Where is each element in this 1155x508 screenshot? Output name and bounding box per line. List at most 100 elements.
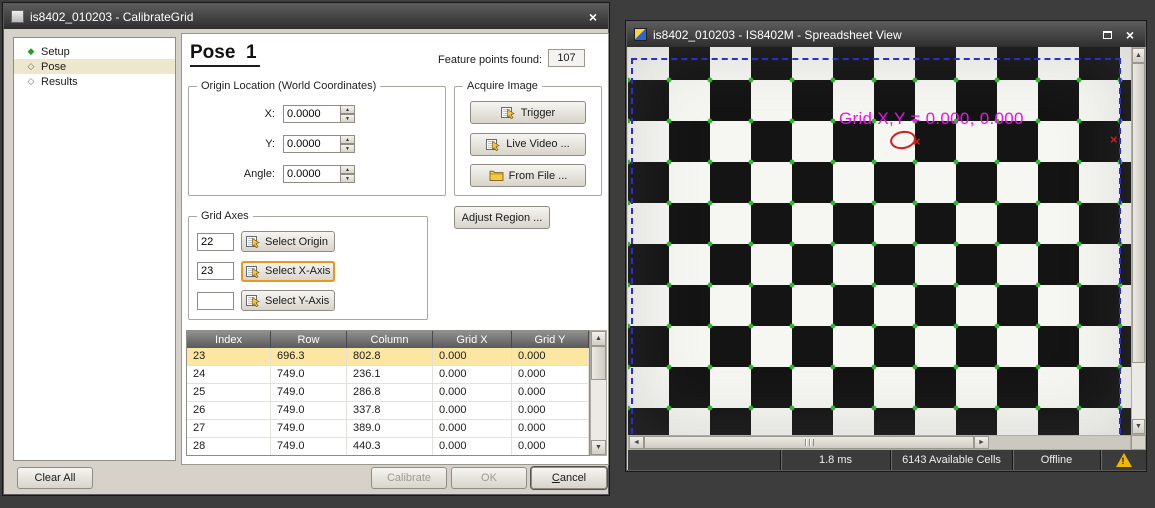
- status-segment: Offline: [1012, 450, 1100, 470]
- cancel-button[interactable]: Cancel: [531, 467, 607, 489]
- table-row[interactable]: 23696.3802.80.0000.000: [187, 348, 589, 366]
- table-cell: 28: [187, 438, 271, 455]
- select-x-axis-cell-input[interactable]: [197, 262, 234, 280]
- folder-icon: [489, 169, 504, 182]
- tree-item-results[interactable]: ◇Results: [14, 74, 175, 89]
- table-cell: 0.000: [433, 438, 512, 455]
- button-label: Cancel: [532, 472, 606, 484]
- column-header-index: Index: [187, 331, 271, 348]
- table-cell: 27: [187, 420, 271, 437]
- angle-input[interactable]: [283, 165, 341, 183]
- x-spinner[interactable]: ▲▼: [341, 105, 355, 123]
- origin-field-row: X:▲▼: [197, 105, 437, 123]
- scroll-up-icon[interactable]: ▲: [1132, 48, 1145, 63]
- from-file-button[interactable]: From File ...: [470, 164, 586, 187]
- adjust-region-button[interactable]: Adjust Region ...: [454, 206, 550, 229]
- column-header-row: Row: [271, 331, 347, 348]
- select-origin-button[interactable]: Select Origin: [241, 231, 335, 252]
- scroll-right-icon[interactable]: ►: [974, 436, 989, 449]
- live-video-button[interactable]: Live Video ...: [470, 133, 586, 156]
- column-header-grid-y: Grid Y: [512, 331, 589, 348]
- calibrate-button[interactable]: Calibrate: [371, 467, 447, 489]
- table-cell: 23: [187, 348, 271, 365]
- y-input[interactable]: [283, 135, 341, 153]
- calibrate-titlebar[interactable]: is8402_010203 - CalibrateGrid ×: [4, 4, 608, 29]
- scroll-up-icon[interactable]: ▲: [591, 331, 606, 346]
- select-y-axis-cell-input[interactable]: [197, 292, 234, 310]
- select-pointer-icon: [246, 294, 261, 307]
- table-row[interactable]: 26749.0337.80.0000.000: [187, 402, 589, 420]
- x-input[interactable]: [283, 105, 341, 123]
- select-x-axis-button[interactable]: Select X-Axis: [241, 261, 335, 282]
- horizontal-scrollbar[interactable]: ◄ ►: [628, 435, 1131, 450]
- window-icon: [11, 10, 24, 23]
- status-bar: 1.8 ms6143 Available CellsOffline !: [628, 450, 1146, 470]
- origin-field-row: Y: ▲▼: [197, 135, 437, 153]
- group-title: Origin Location (World Coordinates): [197, 80, 380, 92]
- scroll-down-icon[interactable]: ▼: [591, 440, 606, 455]
- spreadsheet-titlebar[interactable]: is8402_010203 - IS8402M - Spreadsheet Vi…: [627, 22, 1145, 47]
- table-cell: 0.000: [433, 366, 512, 383]
- warning-icon: !: [1116, 453, 1132, 467]
- thumb-grip: [805, 439, 814, 446]
- table-cell: 26: [187, 402, 271, 419]
- scrollbar-corner: [1131, 435, 1146, 450]
- pose-page: Pose 1 Feature points found: 107 Origin …: [181, 33, 609, 465]
- table-scrollbar[interactable]: ▲ ▼: [590, 330, 607, 456]
- table-row[interactable]: 28749.0440.30.0000.000: [187, 438, 589, 456]
- table-row[interactable]: 27749.0389.00.0000.000: [187, 420, 589, 438]
- scroll-thumb[interactable]: [591, 346, 606, 380]
- diamond-outline-icon: ◇: [26, 61, 36, 72]
- spin-up-icon[interactable]: ▲: [341, 165, 355, 174]
- table-cell: 236.1: [347, 366, 433, 383]
- button-label: Trigger: [521, 107, 555, 119]
- ok-button[interactable]: OK: [451, 467, 527, 489]
- button-label: Live Video ...: [506, 138, 569, 150]
- maximize-button[interactable]: [1099, 25, 1116, 45]
- spin-down-icon[interactable]: ▼: [341, 144, 355, 153]
- column-header-grid-x: Grid X: [433, 331, 512, 348]
- table-cell: 749.0: [271, 384, 347, 401]
- select-origin-cell-input[interactable]: [197, 233, 234, 251]
- table-cell: 337.8: [347, 402, 433, 419]
- clear-all-button[interactable]: Clear All: [17, 467, 93, 489]
- scroll-left-icon[interactable]: ◄: [629, 436, 644, 449]
- feature-points-value: 107: [548, 49, 585, 67]
- desktop-background: is8402_010203 - CalibrateGrid × ◆Setup ◇ P…: [0, 0, 1155, 508]
- close-icon[interactable]: ×: [1122, 25, 1138, 45]
- spin-up-icon[interactable]: ▲: [341, 135, 355, 144]
- scroll-down-icon[interactable]: ▼: [1132, 419, 1145, 434]
- button-label: Select Y-Axis: [265, 295, 329, 307]
- spin-up-icon[interactable]: ▲: [341, 105, 355, 114]
- scroll-thumb[interactable]: [644, 436, 974, 449]
- spin-down-icon[interactable]: ▼: [341, 114, 355, 123]
- table-row[interactable]: 25749.0286.80.0000.000: [187, 384, 589, 402]
- y-label: Y:: [197, 138, 275, 150]
- group-title: Acquire Image: [463, 80, 542, 92]
- close-icon[interactable]: ×: [585, 7, 601, 27]
- spin-down-icon[interactable]: ▼: [341, 174, 355, 183]
- trigger-button[interactable]: Trigger: [470, 101, 586, 124]
- tree-item-pose[interactable]: ◇ Pose: [14, 59, 175, 74]
- y-spinner[interactable]: ▲▼: [341, 135, 355, 153]
- scroll-thumb[interactable]: [1132, 63, 1145, 363]
- select-y-axis-button[interactable]: Select Y-Axis: [241, 290, 335, 311]
- table-cell: 0.000: [512, 420, 589, 437]
- status-segments: 1.8 ms6143 Available CellsOffline: [780, 450, 1100, 470]
- window-title: is8402_010203 - IS8402M - Spreadsheet Vi…: [653, 28, 1093, 42]
- calibration-image[interactable]: Grid X,Y = 0.000, 0.000 × ×: [628, 47, 1131, 435]
- vertical-scrollbar[interactable]: ▲ ▼: [1131, 47, 1146, 435]
- tree-item-label: Pose: [41, 61, 66, 73]
- table-cell: 25: [187, 384, 271, 401]
- warning-indicator[interactable]: !: [1100, 450, 1146, 470]
- grid-axes-row: Select Origin: [197, 231, 419, 252]
- table-row[interactable]: 24749.0236.10.0000.000: [187, 366, 589, 384]
- group-title: Grid Axes: [197, 210, 253, 222]
- origin-fields: X:▲▼Y:▲▼Angle:▲▼: [197, 99, 437, 189]
- button-label: Select Origin: [265, 236, 328, 248]
- tree-item-setup[interactable]: ◆Setup: [14, 44, 175, 59]
- feature-points-label: Feature points found:: [412, 54, 542, 66]
- table-body: 23696.3802.80.0000.00024749.0236.10.0000…: [187, 348, 589, 456]
- angle-spinner[interactable]: ▲▼: [341, 165, 355, 183]
- table-cell: 0.000: [512, 438, 589, 455]
